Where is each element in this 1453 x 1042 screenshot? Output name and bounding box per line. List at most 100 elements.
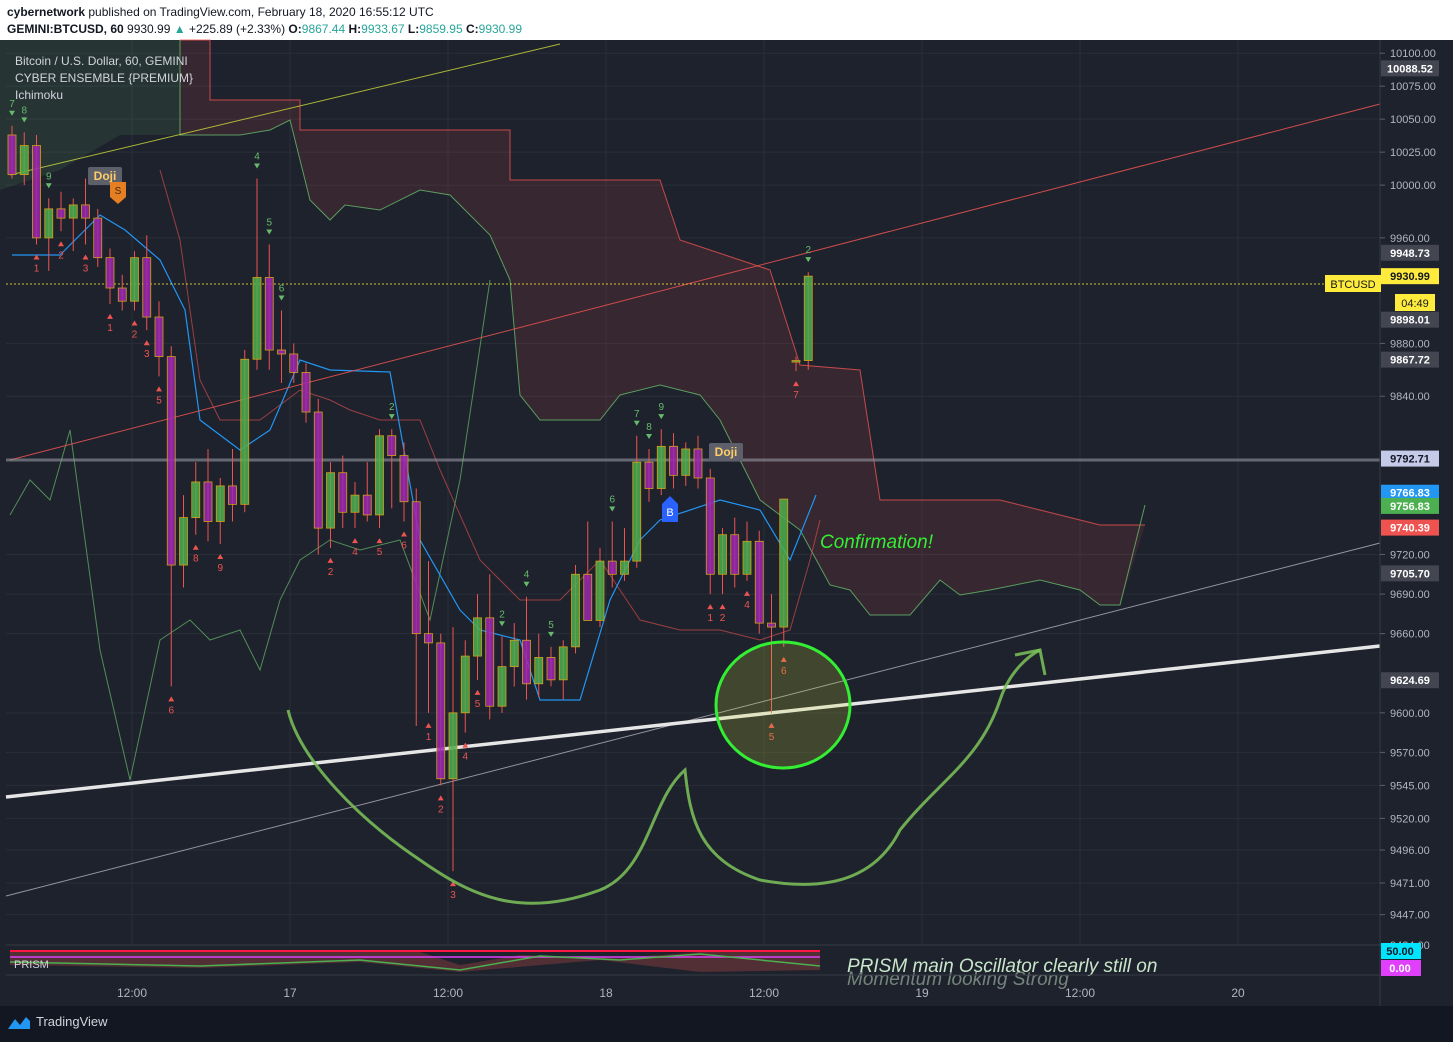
legend-title[interactable]: Bitcoin / U.S. Dollar, 60, GEMINI	[15, 53, 193, 70]
y-tick-label: 10050.00	[1390, 114, 1436, 126]
x-tick-label: 12:00	[433, 986, 463, 1000]
candle-body	[130, 257, 139, 302]
setup-count: 9	[658, 402, 664, 413]
confirmation-annotation: Confirmation!	[820, 532, 934, 553]
legend-indicator-2[interactable]: Ichimoku	[15, 87, 193, 104]
setup-count: 4	[352, 547, 358, 558]
setup-count: 2	[58, 250, 64, 261]
candle-body	[68, 204, 78, 219]
candle-body	[338, 472, 348, 513]
setup-count: 7	[793, 390, 799, 401]
candle-body	[289, 353, 299, 373]
candle[interactable]	[803, 272, 813, 370]
setup-count: 5	[475, 699, 481, 710]
setup-count: 1	[107, 323, 113, 334]
setup-count: 4	[254, 152, 260, 163]
setup-count: 4	[524, 570, 530, 581]
y-tick-label: 9570.00	[1390, 747, 1430, 759]
candle-body	[142, 257, 152, 318]
price-label-text: 9930.99	[1390, 271, 1430, 283]
setup-count: 2	[720, 613, 726, 624]
candle-body	[558, 646, 568, 681]
candle[interactable]	[130, 251, 139, 311]
candle-body	[399, 455, 409, 503]
x-tick-label: 19	[915, 986, 929, 1000]
candle-body	[32, 145, 41, 239]
tradingview-logo[interactable]: TradingView	[8, 1014, 108, 1029]
x-tick-label: 12:00	[749, 986, 779, 1000]
candle-body	[571, 573, 580, 648]
candle[interactable]	[754, 530, 764, 634]
y-tick-label: 10000.00	[1390, 180, 1436, 192]
price-label-text: 9898.01	[1390, 315, 1430, 327]
candle[interactable]	[375, 429, 384, 529]
setup-count: 3	[450, 890, 456, 901]
candle-body	[546, 657, 556, 681]
setup-count: 2	[438, 804, 444, 815]
price-label-text: 9792.71	[1390, 454, 1430, 466]
candle-body	[460, 655, 470, 714]
candle-body	[803, 275, 813, 361]
price-label-text: 9624.69	[1390, 675, 1430, 687]
y-tick-label: 9840.00	[1390, 391, 1430, 403]
candle-body	[326, 472, 335, 529]
x-tick-label: 18	[599, 986, 613, 1000]
candle-body	[411, 501, 421, 635]
y-tick-label: 9520.00	[1390, 813, 1430, 825]
candle-body	[7, 134, 17, 175]
price-label-text: 9705.70	[1390, 568, 1430, 580]
candle-body	[485, 617, 495, 707]
y-tick-label: 9447.00	[1390, 910, 1430, 922]
candle-body	[313, 411, 323, 529]
price-label-text: 9740.39	[1390, 523, 1430, 535]
setup-count: 8	[21, 105, 27, 116]
price-label-text: 9867.72	[1390, 355, 1430, 367]
y-tick-label: 9690.00	[1390, 589, 1430, 601]
setup-count: 4	[462, 752, 468, 763]
buy-marker: B	[666, 507, 673, 519]
y-tick-label: 9660.00	[1390, 629, 1430, 641]
y-tick-label: 9720.00	[1390, 550, 1430, 562]
candle-body	[215, 485, 225, 522]
candle-body	[93, 217, 103, 259]
candle[interactable]	[240, 350, 250, 513]
candle[interactable]	[779, 498, 789, 647]
candle-body	[644, 461, 654, 489]
x-tick-label: 12:00	[1065, 986, 1095, 1000]
y-tick-label: 9880.00	[1390, 338, 1430, 350]
oscillator-note-2: Momentum looking Strong	[847, 969, 1069, 990]
candle-body	[607, 560, 617, 575]
candle-body	[436, 642, 446, 780]
candle[interactable]	[32, 134, 41, 245]
candle-body	[754, 540, 764, 624]
candle-body	[117, 287, 127, 302]
oscillator-level-text: 0.00	[1389, 963, 1410, 975]
candle-body	[203, 481, 213, 522]
candle-body	[522, 639, 531, 685]
candle-body	[632, 461, 642, 562]
candle[interactable]	[436, 633, 446, 786]
price-chart[interactable]: 1231235689 24 56123451 24567789456224567892…	[0, 0, 1453, 1006]
setup-count: 6	[279, 283, 285, 294]
candle-body	[791, 360, 801, 363]
candle-body	[362, 494, 372, 516]
setup-count: 6	[401, 541, 407, 552]
legend-indicator-1[interactable]: CYBER ENSEMBLE {PREMIUM}	[15, 70, 193, 87]
candle-body	[252, 277, 262, 360]
candle-body	[154, 316, 164, 358]
candle-body	[767, 622, 776, 628]
y-tick-label: 10100.00	[1390, 48, 1436, 60]
setup-count: 1	[426, 732, 432, 743]
setup-count: 2	[132, 329, 138, 340]
y-tick-label: 9545.00	[1390, 780, 1430, 792]
setup-count: 4	[744, 600, 750, 611]
candle-body	[705, 477, 715, 575]
candle-body	[240, 358, 250, 505]
setup-count: 6	[609, 495, 615, 506]
y-tick-label: 9600.00	[1390, 708, 1430, 720]
price-label-text: 9948.73	[1390, 248, 1430, 260]
price-label-text: 9756.83	[1390, 501, 1430, 513]
candle-body	[277, 349, 286, 355]
candle[interactable]	[571, 565, 580, 654]
candle-body	[264, 277, 274, 351]
